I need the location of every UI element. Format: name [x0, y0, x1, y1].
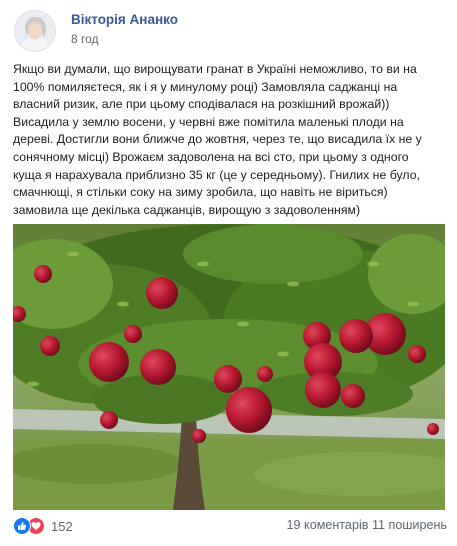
author-avatar[interactable] [14, 10, 56, 52]
comments-count-link[interactable]: 19 коментарів [287, 518, 369, 532]
post-time[interactable]: 8 год [71, 32, 99, 46]
pomegranate-tree-image [13, 224, 445, 510]
reactions-summary[interactable]: 152 [13, 516, 73, 536]
post-text: Якщо ви думали, що вирощувати гранат в У… [13, 62, 422, 217]
engagement-counts: 19 коментарів 11 поширень [287, 518, 447, 532]
post-footer: 152 19 коментарів 11 поширень [13, 515, 447, 537]
reaction-count: 152 [51, 518, 73, 534]
like-icon [13, 517, 31, 535]
post-photo[interactable] [13, 224, 445, 510]
post-header: Вікторія Ананко 8 год [14, 10, 444, 56]
shares-count-link[interactable]: 11 поширень [372, 518, 447, 532]
author-name[interactable]: Вікторія Ананко [71, 12, 178, 27]
